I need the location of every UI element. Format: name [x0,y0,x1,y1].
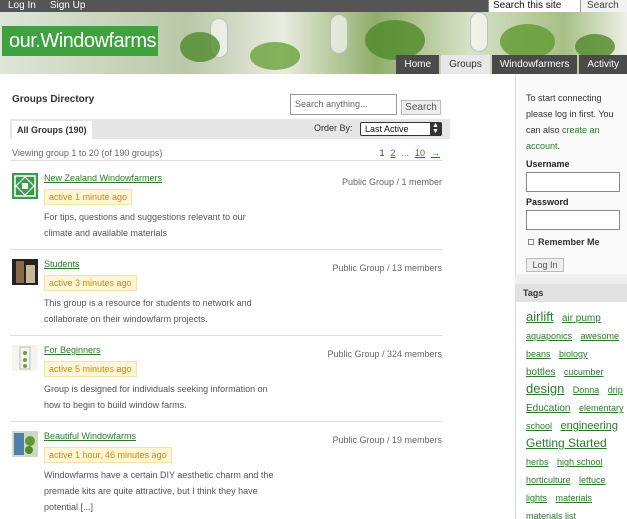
divider [10,335,442,336]
group-search-input[interactable]: Search anything... [290,94,397,115]
tag-link[interactable]: Education [526,403,570,414]
tag-link[interactable]: Donna [573,385,600,395]
group-avatar[interactable] [12,431,38,457]
list-item: Students active 3 minutes ago Public Gro… [10,259,442,339]
site-search-button[interactable]: Search [580,0,627,12]
login-button[interactable]: Log In [526,258,564,272]
tag-link[interactable]: materials [555,493,592,503]
tag-link[interactable]: beans [526,349,551,359]
group-avatar[interactable] [12,345,38,371]
site-search: Search this site with Search [488,0,627,23]
login-intro-end: . [557,141,561,151]
tab-all-groups[interactable]: All Groups (190) [12,121,92,139]
login-link[interactable]: Log In [8,0,36,12]
group-name-link[interactable]: Students [44,259,80,269]
nav-groups[interactable]: Groups [441,55,490,74]
site-logo[interactable]: our.Windowfarms [2,26,158,56]
bottle-image [330,14,348,54]
tag-link[interactable]: biology [559,349,588,359]
pagination: 1 2 ... 10 → [379,148,440,158]
tag-link[interactable]: horticulture [526,475,571,485]
group-search-button[interactable]: Search [401,100,441,115]
group-avatar[interactable] [12,259,38,285]
tag-link[interactable]: airlift [526,309,553,324]
tags-heading: Tags [515,284,627,302]
username-label: Username [526,159,570,169]
site-search-input[interactable]: Search this site with [488,0,580,23]
group-description: Group is designed for individuals seekin… [44,384,268,410]
remember-me-label: Remember Me [538,237,600,247]
tag-link[interactable]: herbs [526,457,549,467]
password-label: Password [526,197,569,207]
activity-badge: active 1 minute ago [44,189,133,205]
group-count: Viewing group 1 to 20 (of 190 groups) [12,148,163,158]
tag-link[interactable]: Getting Started [526,436,607,450]
order-by-label: Order By: [314,123,353,133]
plant-image [500,24,555,59]
nav-windowfarmers[interactable]: Windowfarmers [491,55,578,74]
remember-me-checkbox[interactable] [528,239,534,245]
top-bar: Log In Sign Up Search this site with Sea… [0,0,627,23]
tag-cloud: airlift air pump aquaponics awesome bean… [515,302,627,519]
tag-link[interactable]: high school [557,457,603,467]
tag-link[interactable]: aquaponics [526,331,572,341]
tabs-bar: All Groups (190) Order By: Last Active ▲… [10,119,450,139]
page-link[interactable]: 10 [415,148,425,158]
activity-badge: active 1 hour, 46 minutes ago [44,447,172,463]
tag-link[interactable]: drip [608,385,623,395]
group-meta: Public Group / 1 member [341,177,442,187]
page-ellipsis: ... [401,148,409,158]
tag-link[interactable]: cucumber [564,367,604,377]
group-name-link[interactable]: Beautiful Windowfarms [44,431,136,441]
username-field[interactable] [526,172,620,192]
login-intro: To start connecting please log in first.… [526,90,624,154]
order-by-select[interactable]: Last Active ▲ ▼ [360,122,442,136]
nav-activity[interactable]: Activity [579,55,627,74]
divider [10,421,442,422]
bottle-image [470,12,488,52]
tag-link[interactable]: awesome [581,331,620,341]
list-item: For Beginners active 5 minutes ago Publi… [10,345,442,425]
group-description: Windowfarms have a certain DIY aesthetic… [44,470,274,512]
tag-link[interactable]: bottles [526,367,555,378]
divider [10,160,442,161]
nav-home[interactable]: Home [396,55,440,74]
group-description: This group is a resource for students to… [44,298,252,324]
plant-image [250,42,300,70]
tag-link[interactable]: materials list [526,511,576,519]
login-panel: To start connecting please log in first.… [515,74,627,274]
activity-badge: active 3 minutes ago [44,275,137,291]
select-arrows-icon: ▲ ▼ [430,122,441,135]
group-avatar[interactable] [12,173,38,199]
tag-link[interactable]: lettuce [579,475,606,485]
plant-image [180,32,220,62]
group-meta: Public Group / 13 members [332,263,442,273]
tag-link[interactable]: air pump [562,313,601,324]
main-nav: Home Groups Windowfarmers Activity [396,55,627,74]
tag-link[interactable]: design [526,381,564,396]
tag-link[interactable]: lights [526,493,547,503]
sidebar: To start connecting please log in first.… [515,74,627,519]
page-link[interactable]: 2 [390,148,395,158]
page-current: 1 [379,148,385,158]
plant-image [365,20,425,60]
page-title: Groups Directory [12,94,95,105]
signup-link[interactable]: Sign Up [50,0,86,12]
list-item: Beautiful Windowfarms active 1 hour, 46 … [12,431,442,519]
password-field[interactable] [526,210,620,230]
group-meta: Public Group / 19 members [332,435,442,445]
main-content: Groups Directory Search anything... Sear… [0,74,515,519]
group-meta: Public Group / 324 members [327,349,442,359]
group-name-link[interactable]: For Beginners [44,345,101,355]
auth-links: Log In Sign Up [8,0,85,12]
order-by-value: Last Active [365,124,409,134]
activity-badge: active 5 minutes ago [44,361,137,377]
next-page-icon[interactable]: → [431,148,440,158]
list-item: New Zealand Windowfarmers active 1 minut… [10,173,442,253]
tag-link[interactable]: engineering [560,420,618,432]
group-description: For tips, questions and suggestions rele… [44,212,246,238]
divider [10,249,442,250]
group-name-link[interactable]: New Zealand Windowfarmers [44,173,162,183]
